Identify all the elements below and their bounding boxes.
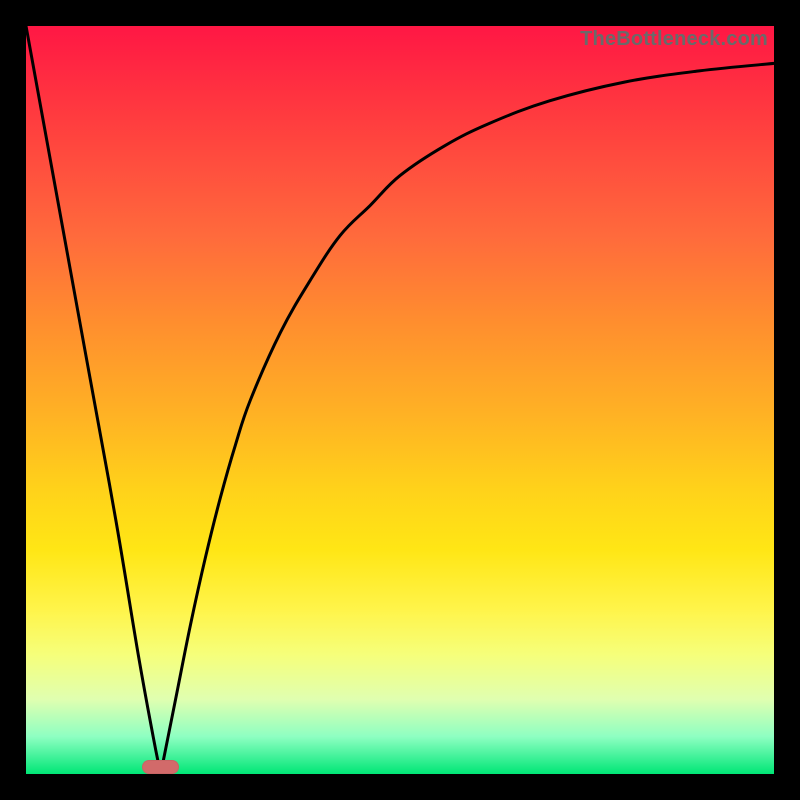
curve-left-branch — [26, 26, 161, 774]
optimum-marker — [142, 760, 179, 774]
chart-plot-area: TheBottleneck.com — [26, 26, 774, 774]
curve-right-branch — [161, 63, 774, 774]
chart-frame: TheBottleneck.com — [0, 0, 800, 800]
chart-curves — [26, 26, 774, 774]
